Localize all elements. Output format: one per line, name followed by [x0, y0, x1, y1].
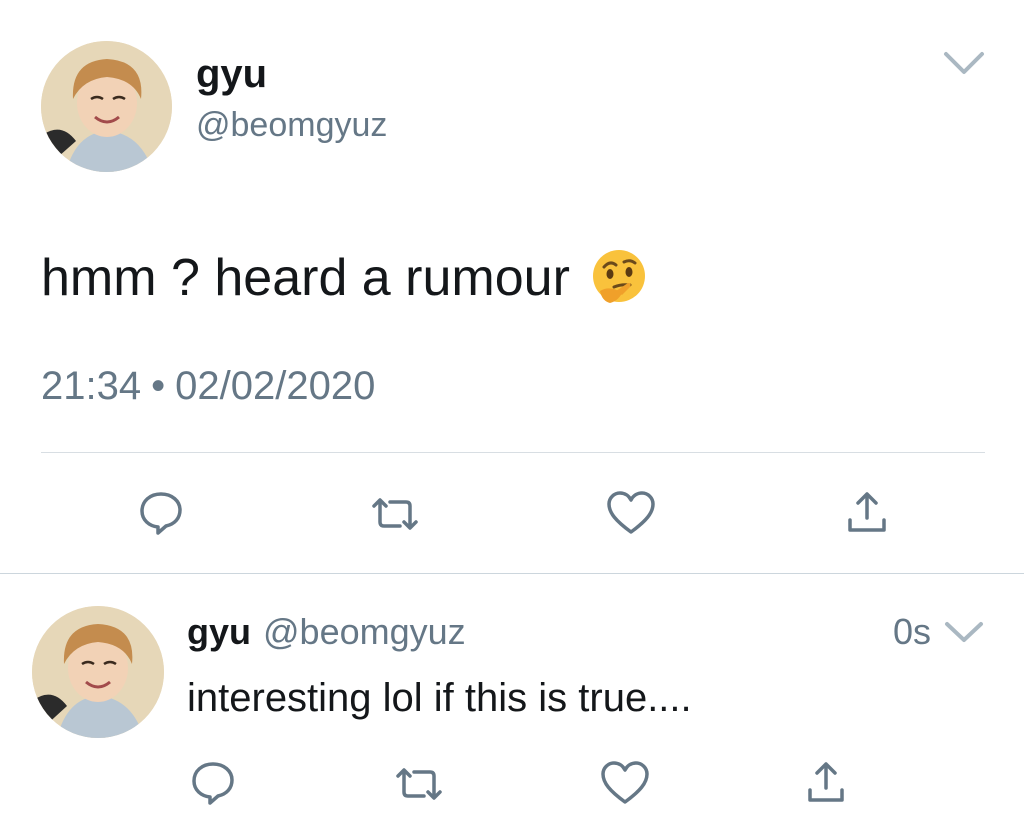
- tweet-text: hmm ? heard a rumour: [41, 245, 650, 311]
- divider: [41, 452, 985, 453]
- tweet-text: interesting lol if this is true....: [187, 676, 692, 720]
- divider: [0, 573, 1024, 574]
- chevron-down-icon[interactable]: [942, 46, 986, 78]
- like-button[interactable]: [600, 760, 650, 806]
- retweet-button[interactable]: [370, 496, 420, 532]
- display-name[interactable]: gyu: [196, 50, 267, 98]
- share-upload-icon: [848, 492, 886, 532]
- chevron-down-icon[interactable]: [943, 618, 985, 646]
- avatar[interactable]: [32, 606, 164, 738]
- user-handle[interactable]: @beomgyuz: [196, 104, 387, 146]
- avatar[interactable]: [41, 41, 172, 172]
- reply-header: gyu @beomgyuz: [187, 610, 466, 654]
- heart-icon: [601, 761, 649, 804]
- display-name[interactable]: gyu: [187, 611, 251, 652]
- speech-bubble-icon: [192, 762, 234, 805]
- speech-bubble-icon: [140, 492, 182, 535]
- tweet-date: 02/02/2020: [175, 364, 376, 408]
- avatar-photo: [41, 41, 172, 172]
- share-button[interactable]: [805, 760, 847, 804]
- avatar-photo: [32, 606, 164, 738]
- tweet-time: 21:34: [41, 364, 142, 408]
- share-upload-icon: [808, 762, 844, 802]
- reply-button[interactable]: [138, 490, 184, 536]
- user-handle[interactable]: @beomgyuz: [263, 611, 466, 652]
- retweet-button[interactable]: [394, 766, 444, 802]
- retweet-arrows-icon: [372, 498, 418, 530]
- heart-icon: [607, 491, 655, 534]
- like-button[interactable]: [606, 490, 656, 536]
- timestamp-separator: •: [151, 364, 166, 408]
- retweet-arrows-icon: [396, 768, 442, 800]
- tweet-timestamp: 21:34 • 02/02/2020: [41, 362, 375, 410]
- relative-time: 0s: [893, 611, 932, 652]
- tweet-text-content: hmm ? heard a rumour: [41, 249, 570, 307]
- share-button[interactable]: [845, 490, 889, 534]
- thinking-face-emoji-icon: [588, 247, 650, 309]
- reply-button[interactable]: [190, 760, 236, 806]
